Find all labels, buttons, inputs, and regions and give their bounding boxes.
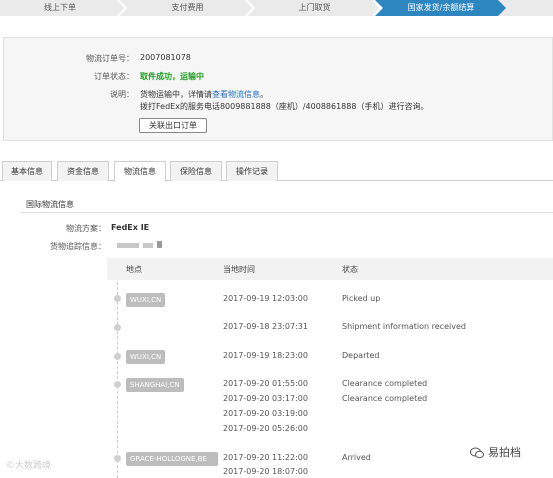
row-time: 2017-09-20 03:17:00 [223, 394, 308, 403]
location-tag: WUXI,CN [126, 293, 166, 307]
row-time: 2017-09-20 18:07:00 [223, 467, 308, 476]
tab-funds-info[interactable]: 资金信息 [57, 161, 109, 181]
wechat-account-name: 易拍档 [488, 446, 521, 459]
header-local-time: 当地时间 [223, 265, 255, 274]
order-number: 2007081078 [140, 53, 191, 62]
note-line-1: 货物运输中，详情请查看物流信息。 [140, 89, 268, 100]
tab-insurance-info[interactable]: 保险信息 [170, 161, 222, 181]
row-status: Clearance completed [342, 394, 428, 403]
tab-bar: 基本信息 资金信息 物流信息 保险信息 操作记录 [0, 161, 553, 182]
timeline-dot [114, 381, 121, 388]
step-online-order: 线上下单 [44, 3, 76, 12]
plan-value: FedEx IE [111, 223, 150, 232]
link-export-order-button[interactable]: 关联出口订单 [139, 118, 207, 133]
tracking-label: 货物追踪信息： [50, 242, 106, 251]
row-time: 2017-09-20 01:55:00 [223, 379, 308, 388]
row-time: 2017-09-19 12:03:00 [223, 294, 308, 303]
tab-operation-log[interactable]: 操作记录 [226, 161, 278, 181]
section-title: 国际物流信息 [26, 200, 74, 209]
timeline-dot [114, 353, 121, 360]
progress-steps: 线上下单 支付费用 上门取货 国家发货/余额结算 [0, 0, 553, 16]
view-logistics-link[interactable]: 查看物流信息 [212, 90, 260, 99]
note-period: 。 [260, 90, 268, 99]
row-time: 2017-09-18 23:07:31 [223, 322, 308, 331]
row-time: 2017-09-19 18:23:00 [223, 351, 308, 360]
timeline-dot [114, 455, 121, 462]
timeline-dot [114, 324, 121, 331]
row-status: Shipment information received [342, 322, 466, 331]
note-line-2: 拨打FedEx的服务电话8009881888（座机）/4008861888（手机… [140, 102, 429, 111]
wechat-icon [470, 447, 484, 459]
row-status: Picked up [342, 294, 381, 303]
tracking-table-header: 地点 当地时间 状态 [107, 258, 553, 280]
header-location: 地点 [126, 265, 142, 274]
order-status: 取件成功，运输中 [140, 72, 204, 81]
row-status: Clearance completed [342, 379, 428, 388]
location-tag: WUXI,CN [126, 350, 166, 364]
step-pay-fee: 支付费用 [171, 3, 204, 12]
watermark: ©大数跨境 [6, 461, 52, 471]
redacted-tracking-1 [117, 243, 139, 248]
row-time: 2017-09-20 11:22:00 [223, 453, 308, 462]
timeline-line [117, 282, 118, 478]
step-pickup: 上门取货 [298, 3, 331, 12]
row-time: 2017-09-20 05:26:00 [223, 424, 308, 433]
tab-logistics-info[interactable]: 物流信息 [114, 161, 166, 182]
plan-label: 物流方案： [66, 224, 106, 233]
tab-basic-info[interactable]: 基本信息 [2, 161, 52, 181]
redacted-tracking-2 [143, 243, 153, 248]
step-ship-settle: 国家发货/余额结算 [407, 3, 475, 12]
section-divider [20, 212, 553, 213]
row-status: Arrived [342, 453, 371, 462]
row-time: 2017-09-20 03:19:00 [223, 409, 308, 418]
note-text: 货物运输中，详情请 [140, 90, 212, 99]
redacted-tracking-3 [157, 241, 162, 248]
order-status-label: 订单状态： [94, 72, 134, 81]
order-info-panel: 物流订单号： 2007081078 订单状态： 取件成功，运输中 说明： 货物运… [3, 37, 553, 141]
location-tag: GRACE-HOLLOGNE,BE [126, 452, 218, 466]
note-label: 说明： [110, 90, 134, 99]
header-status: 状态 [342, 265, 358, 274]
order-number-label: 物流订单号： [86, 54, 134, 63]
row-status: Departed [342, 351, 380, 360]
location-tag: SHANGHAI,CN [126, 378, 184, 392]
timeline-dot [114, 295, 121, 302]
